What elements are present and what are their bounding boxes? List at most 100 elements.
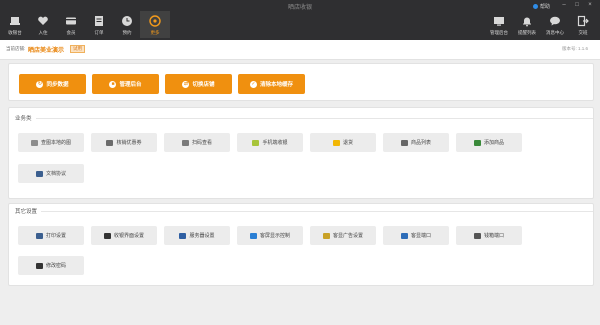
cash-ui-icon <box>103 232 111 239</box>
admin-icon: ■ <box>109 80 117 88</box>
nav-shift[interactable]: 交班 <box>568 11 598 38</box>
store-name: 晒店美业演示 <box>28 48 65 54</box>
tile-verify-coupon[interactable]: 核销优惠券 <box>91 133 157 152</box>
port-icon <box>400 232 408 239</box>
tile-label: 添加商品 <box>483 140 504 146</box>
nav-label: 更多 <box>150 30 160 35</box>
nav-label: 订单 <box>94 30 104 35</box>
nav-messages[interactable]: 消息中心 <box>540 11 570 38</box>
tile-cashbox-port[interactable]: 钱箱端口 <box>456 226 522 245</box>
nav-admin[interactable]: 管理后台 <box>484 11 514 38</box>
button-label: 管理后台 <box>119 82 142 88</box>
version-label: 版本号: 1.1.6 <box>561 46 588 51</box>
switch-store-button[interactable]: ⇄ 切换店铺 <box>165 74 232 94</box>
tile-server-settings[interactable]: 服务器设置 <box>164 226 230 245</box>
help-button[interactable]: 帮助 <box>532 3 550 10</box>
nav-reminders[interactable]: 提醒列表 <box>512 11 542 38</box>
clock-icon <box>122 16 132 26</box>
help-label: 帮助 <box>539 4 550 10</box>
password-icon <box>35 262 43 269</box>
clear-cache-button[interactable]: ✓ 清除本地缓存 <box>238 74 305 94</box>
tile-display-port[interactable]: 客显端口 <box>383 226 449 245</box>
tile-label: 退货 <box>342 140 353 146</box>
button-label: 清除本地缓存 <box>259 82 293 88</box>
scan-icon <box>181 139 189 146</box>
top-nav-bar: 晒店收银 帮助 – □ × 收银台 入住 会员 订单 预约 更多 管理后台 提醒… <box>0 0 600 40</box>
admin-backend-button[interactable]: ■ 管理后台 <box>92 74 159 94</box>
tile-label: 查图本地的图 <box>40 140 71 146</box>
minimize-button[interactable]: – <box>558 2 570 8</box>
nav-more[interactable]: 更多 <box>140 11 170 38</box>
window-title: 晒店收银 <box>287 5 312 11</box>
tile-cashier-ui-settings[interactable]: 收银界面设置 <box>91 226 157 245</box>
tile-label: 修改密码 <box>45 263 66 269</box>
tile-label: 钱箱端口 <box>483 233 504 239</box>
ad-icon <box>322 232 330 239</box>
tile-document-agreement[interactable]: 文档协议 <box>18 164 84 183</box>
maximize-button[interactable]: □ <box>571 2 583 8</box>
chat-icon <box>550 16 560 26</box>
store-prefix: 当前店铺: <box>6 46 26 51</box>
clear-icon: ✓ <box>249 80 257 88</box>
tile-mobile-cashier[interactable]: 手机端收银 <box>237 133 303 152</box>
nav-label: 会员 <box>66 30 76 35</box>
nav-checkin[interactable]: 入住 <box>28 11 58 38</box>
tile-change-password[interactable]: 修改密码 <box>18 256 84 275</box>
tile-label: 客显广告设置 <box>332 233 363 239</box>
tile-image-lookup[interactable]: 查图本地的图 <box>18 133 84 152</box>
image-icon <box>30 139 38 146</box>
tile-label: 文档协议 <box>45 171 66 177</box>
logout-icon <box>577 15 589 27</box>
nav-appointment[interactable]: 预约 <box>112 11 142 38</box>
member-card-icon <box>66 17 76 25</box>
tile-label: 扫码查看 <box>191 140 212 146</box>
tile-label: 服务器设置 <box>189 233 215 239</box>
order-list-icon <box>95 16 103 26</box>
section-title-other: 其它设置 <box>9 207 593 215</box>
nav-label: 收银台 <box>8 30 22 35</box>
tile-scan-view[interactable]: 扫码查看 <box>164 133 230 152</box>
tile-customer-display-control[interactable]: 客屏显示控制 <box>237 226 303 245</box>
business-panel: 业务类 查图本地的图 核销优惠券 扫码查看 手机端收银 退货 商品列表 添加商品… <box>8 107 594 199</box>
tile-print-settings[interactable]: 打印设置 <box>18 226 84 245</box>
action-panel: ↻ 同步数据 ■ 管理后台 ⇄ 切换店铺 ✓ 清除本地缓存 <box>8 63 594 101</box>
nav-orders[interactable]: 订单 <box>84 11 114 38</box>
return-icon <box>332 139 340 146</box>
store-badge: 试用 <box>70 45 85 53</box>
tile-product-list[interactable]: 商品列表 <box>383 133 449 152</box>
tile-display-ad-settings[interactable]: 客显广告设置 <box>310 226 376 245</box>
bell-icon <box>523 17 531 27</box>
nav-label: 预约 <box>122 30 132 35</box>
tile-label: 核销优惠券 <box>116 140 142 146</box>
nav-label: 消息中心 <box>546 30 564 35</box>
tile-label: 商品列表 <box>410 140 431 146</box>
sync-data-button[interactable]: ↻ 同步数据 <box>19 74 86 94</box>
tile-add-product[interactable]: 添加商品 <box>456 133 522 152</box>
close-button[interactable]: × <box>584 2 596 8</box>
tile-label: 打印设置 <box>45 233 66 239</box>
printer-icon <box>35 232 43 239</box>
tile-label: 客屏显示控制 <box>259 233 290 239</box>
store-bar: 当前店铺: 晒店美业演示 试用 版本号: 1.1.6 <box>0 40 600 60</box>
list-icon <box>400 139 408 146</box>
tile-label: 手机端收银 <box>262 140 288 146</box>
button-label: 同步数据 <box>46 82 69 88</box>
nav-label: 提醒列表 <box>518 30 536 35</box>
server-icon <box>179 232 187 239</box>
nav-member[interactable]: 会员 <box>56 11 86 38</box>
nav-label: 入住 <box>38 30 48 35</box>
sync-icon: ↻ <box>36 80 44 88</box>
nav-label: 交班 <box>578 30 588 35</box>
coupon-icon <box>106 139 114 146</box>
tile-return[interactable]: 退货 <box>310 133 376 152</box>
section-title-business: 业务类 <box>9 114 593 122</box>
tile-label: 收银界面设置 <box>113 233 144 239</box>
add-icon <box>473 139 481 146</box>
cash-register-icon <box>10 17 20 25</box>
heart-icon <box>38 16 48 25</box>
doc-icon <box>35 170 43 177</box>
nav-label: 管理后台 <box>490 30 508 35</box>
other-settings-panel: 其它设置 打印设置 收银界面设置 服务器设置 客屏显示控制 客显广告设置 客显端… <box>8 203 594 286</box>
tile-label: 客显端口 <box>410 233 431 239</box>
nav-cashier[interactable]: 收银台 <box>0 11 30 38</box>
